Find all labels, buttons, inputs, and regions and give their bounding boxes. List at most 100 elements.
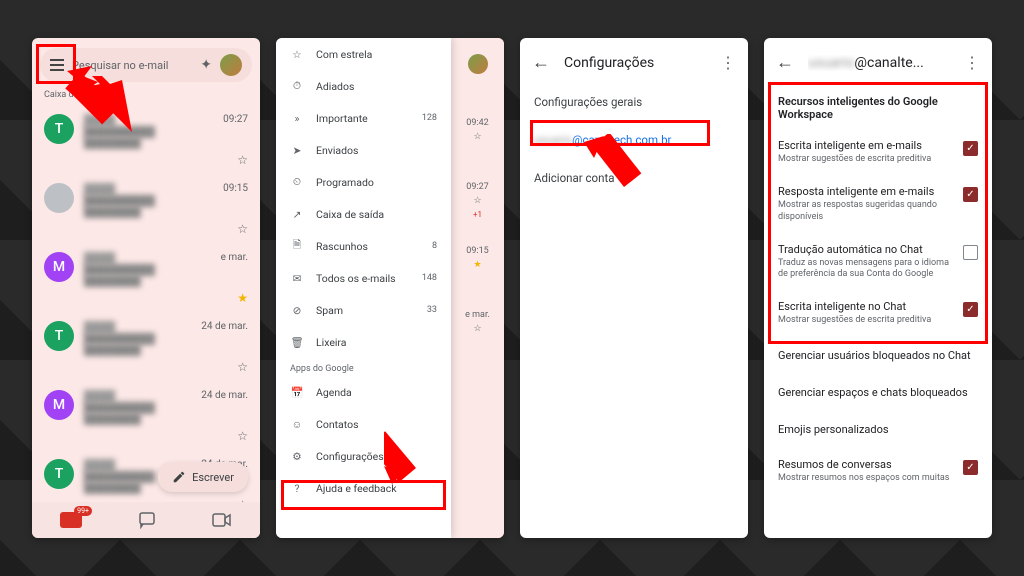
compose-label: Escrever (192, 471, 234, 484)
sender-avatar: T (44, 459, 74, 489)
underlay-row: 09:27☆+1 (451, 182, 504, 246)
drawer-label: Spam (316, 304, 343, 317)
page-title: Configurações (564, 55, 706, 71)
drawer-icon: ➤ (290, 143, 304, 157)
drawer-label: Caixa de saída (316, 208, 384, 221)
email-snippet: ████████ (84, 276, 248, 287)
email-row[interactable]: T ████ 24 de mar. ██████████ ████████ ☆ (32, 313, 260, 382)
drawer-count: 8 (432, 241, 437, 251)
screen-4-account-settings: ← usuario@canalte... ⋮ Recursos intelige… (764, 38, 992, 538)
drawer-label: Enviados (316, 144, 358, 157)
drawer-count: 128 (422, 113, 437, 123)
checkbox[interactable] (963, 460, 978, 475)
drawer-item[interactable]: ⏲ Programado (276, 166, 451, 198)
screen-1-inbox: Pesquisar no e-mail ✦ Caixa de entrada T… (32, 38, 260, 538)
compose-button[interactable]: Escrever (158, 462, 248, 492)
email-subject: ██████████ (84, 196, 248, 207)
drawer-label: Configurações (316, 450, 384, 463)
drawer-label: Adiados (316, 80, 354, 93)
drawer-icon: ⏱ (290, 79, 304, 93)
email-snippet: ████████ (84, 414, 248, 425)
email-time: 09:15 (223, 183, 248, 196)
drawer-icon: ✉ (290, 271, 304, 285)
annotation-arrow-1b (62, 66, 152, 156)
email-snippet: ████████ (84, 345, 248, 356)
chat-tab-icon[interactable] (138, 511, 156, 529)
sender-name: ████ (84, 252, 115, 265)
setting-subtitle: Mostrar resumos nos espaços com muitas (778, 473, 955, 484)
drawer-item[interactable]: 📅 Agenda (276, 376, 451, 408)
email-snippet: ████████ (84, 207, 248, 218)
page-title: usuario@canalte... (808, 55, 950, 71)
avatar[interactable] (220, 54, 242, 76)
star-icon[interactable]: ☆ (84, 429, 248, 443)
drawer-icon: ☺ (290, 417, 304, 431)
sender-avatar: M (44, 390, 74, 420)
drawer-label: Agenda (316, 386, 352, 399)
email-row[interactable]: M ████e mar. ██████████ ████████ ★ (32, 244, 260, 313)
back-icon[interactable]: ← (776, 52, 794, 73)
sender-name: ████ (84, 321, 115, 334)
setting-row[interactable]: Gerenciar espaços e chats bloqueados (764, 374, 992, 411)
star-icon[interactable]: ☆ (84, 222, 248, 236)
drawer-item[interactable]: ✉ Todos os e-mails 148 (276, 262, 451, 294)
drawer-icon: ↗ (290, 207, 304, 221)
drawer-item[interactable]: ⊘ Spam 33 (276, 294, 451, 326)
setting-row[interactable]: Emojis personalizados (764, 411, 992, 448)
email-subject: ██████████ (84, 403, 248, 414)
underlay-row: e mar.☆ (451, 310, 504, 374)
drawer-icon: 🗎 (290, 239, 304, 253)
sender-avatar (44, 183, 74, 213)
annotation-arrow-2 (384, 426, 464, 506)
star-icon[interactable]: ☆ (84, 360, 248, 374)
drawer-label: Rascunhos (316, 240, 368, 253)
sparkle-icon[interactable]: ✦ (200, 57, 212, 73)
email-subject: ██████████ (84, 265, 248, 276)
drawer-count: 33 (427, 305, 437, 315)
mail-tab-icon[interactable] (60, 512, 82, 528)
sender-avatar: M (44, 252, 74, 282)
drawer-item[interactable]: ↗ Caixa de saída (276, 198, 451, 230)
drawer-label: Contatos (316, 418, 359, 431)
drawer-icon: ⚙ (290, 449, 304, 463)
topbar: ← usuario@canalte... ⋮ (764, 38, 992, 83)
email-subject: ██████████ (84, 334, 248, 345)
drawer-icon: ⊘ (290, 303, 304, 317)
overflow-icon[interactable]: ⋮ (964, 53, 980, 72)
setting-row[interactable]: Resumos de conversas Mostrar resumos nos… (764, 448, 992, 494)
sender-name: ████ (84, 183, 115, 196)
email-row[interactable]: M ████ 24 de mar. ██████████ ████████ ☆ (32, 382, 260, 451)
back-icon[interactable]: ← (532, 52, 550, 73)
avatar (468, 54, 488, 74)
drawer-icon: ⏲ (290, 175, 304, 189)
annotation-box-4 (768, 82, 988, 344)
drawer-item[interactable]: »Importante128 (276, 102, 451, 134)
drawer-count: 148 (422, 273, 437, 283)
settings-general[interactable]: Configurações gerais (520, 83, 748, 121)
drawer-icon: ☆ (290, 47, 304, 61)
annotation-arrow-3 (564, 134, 654, 224)
email-row[interactable]: ████ 09:15 ██████████ ████████ ☆ (32, 175, 260, 244)
setting-title: Resumos de conversas (778, 458, 955, 471)
sender-name: ████ (84, 390, 115, 403)
drawer-label: Programado (316, 176, 374, 189)
drawer-item[interactable]: ☆Com estrela (276, 38, 451, 70)
drawer-item[interactable]: ➤ Enviados (276, 134, 451, 166)
email-time: 24 de mar. (201, 321, 248, 334)
overflow-icon[interactable]: ⋮ (720, 53, 736, 72)
drawer-icon: 📅 (290, 385, 304, 399)
star-icon[interactable]: ★ (84, 291, 248, 305)
drawer-item[interactable]: ⏱ Adiados (276, 70, 451, 102)
email-time: 24 de mar. (201, 390, 248, 403)
drawer-label: Todos os e-mails (316, 272, 396, 285)
drawer-item[interactable]: 🗎 Rascunhos 8 (276, 230, 451, 262)
bottom-nav (32, 502, 260, 538)
screen-2-drawer: 09:42☆09:27☆+109:15★e mar.☆ ☆Com estrela… (276, 38, 504, 538)
sender-name: ████ (84, 459, 115, 472)
meet-tab-icon[interactable] (212, 512, 232, 528)
apps-header: Apps do Google (276, 358, 451, 376)
drawer-item[interactable]: 🗑Lixeira (276, 326, 451, 358)
drawer-icon: 🗑 (290, 335, 304, 349)
sender-avatar: T (44, 321, 74, 351)
drawer-label: Importante (316, 112, 368, 125)
